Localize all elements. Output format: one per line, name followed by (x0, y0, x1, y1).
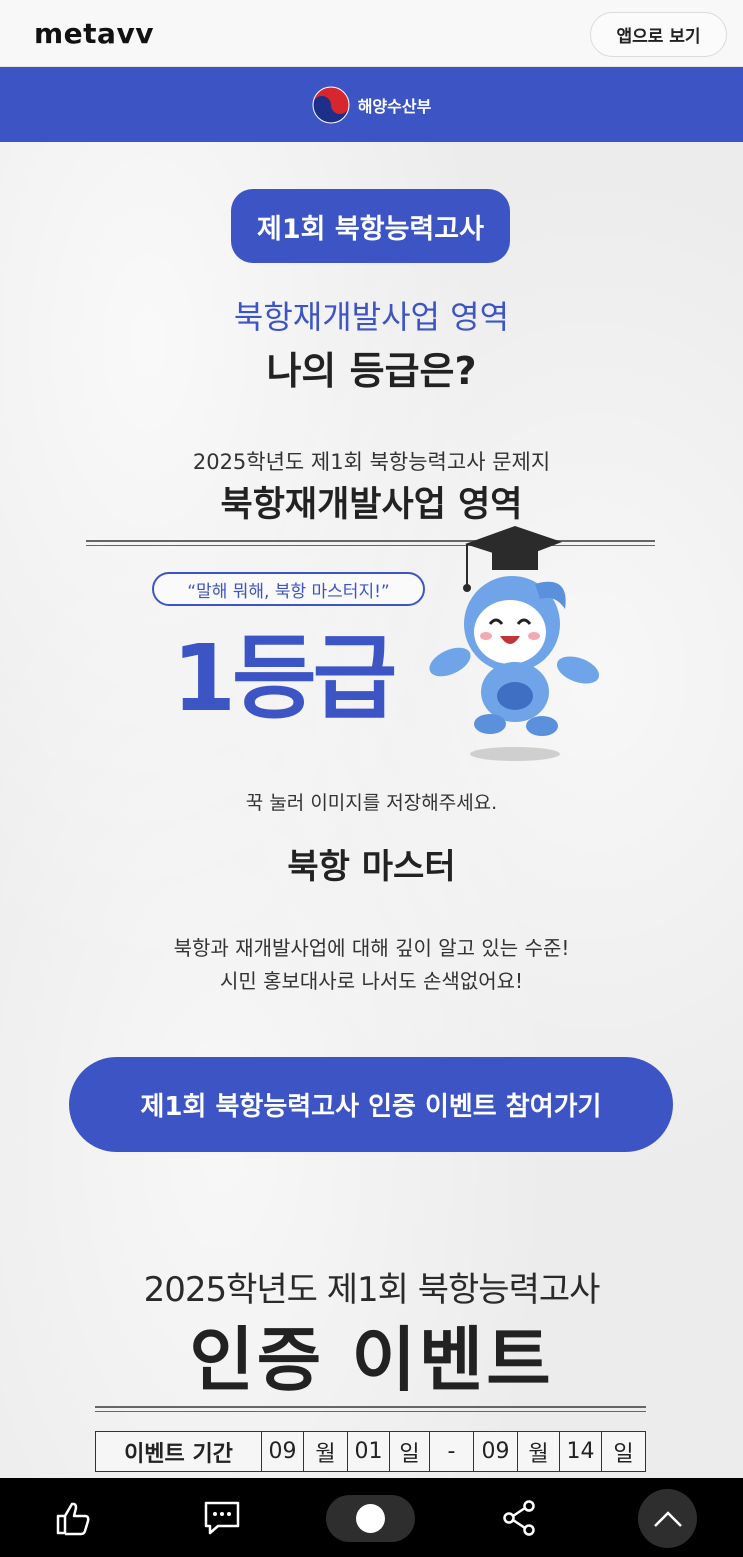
description-line: 북항과 재개발사업에 대해 깊이 알고 있는 수준! (173, 936, 570, 960)
event-period-table: 이벤트 기간 09 월 01 일 - 09 월 14 일 (95, 1431, 646, 1472)
period-separator: - (430, 1432, 474, 1471)
month-unit: 월 (518, 1432, 560, 1471)
day-unit: 일 (613, 1441, 634, 1467)
event-divider-thin (95, 1411, 646, 1412)
start-month: 09 (262, 1432, 304, 1471)
event-title: 인증 이벤트 (189, 1319, 554, 1401)
month-unit: 월 (304, 1432, 348, 1471)
end-month: 09 (474, 1432, 518, 1471)
day-unit: 일 (390, 1432, 430, 1471)
share-icon (503, 1499, 535, 1536)
event-divider (95, 1406, 646, 1408)
join-event-button[interactable]: 제1회 북항능력고사 인증 이벤트 참여가기 (69, 1057, 673, 1152)
ministry-name: 해양수산부 (357, 96, 432, 116)
save-image-hint: 꾹 눌러 이미지를 저장해주세요. (245, 792, 498, 814)
taeguk-emblem-icon (312, 86, 350, 123)
top-bar: metavv 앱으로 보기 (0, 0, 743, 67)
result-quote: “말해 뭐해, 북항 마스터지!” (152, 572, 425, 606)
share-button[interactable] (498, 1478, 540, 1557)
thumbs-up-icon (56, 1502, 90, 1535)
open-in-app-button[interactable]: 앱으로 보기 (590, 12, 727, 57)
description-line: 시민 홍보대사로 나서도 손색없어요! (219, 969, 524, 993)
mascot-graduate-image[interactable] (420, 524, 610, 764)
result-description: 북항과 재개발사업에 대해 깊이 알고 있는 수준! 시민 홍보대사로 나서도 … (0, 932, 743, 998)
period-label: 이벤트 기간 (96, 1432, 262, 1471)
scroll-top-button[interactable] (638, 1489, 697, 1548)
ministry-banner: 해양수산부 (0, 67, 743, 142)
exam-paper-caption: 2025학년도 제1회 북항능력고사 문제지 (192, 450, 551, 474)
quiz-subject: 북항재개발사업 영역 (233, 298, 510, 336)
quiz-result-content: 제1회 북항능력고사 북항재개발사업 영역 나의 등급은? 2025학년도 제1… (0, 142, 743, 1478)
quiz-title-badge: 제1회 북항능력고사 (231, 189, 510, 263)
toggle-switch[interactable] (326, 1495, 415, 1542)
result-question: 나의 등급은? (266, 349, 477, 393)
metavv-logo[interactable]: metavv (34, 17, 154, 50)
comment-icon (204, 1501, 240, 1534)
exam-paper-area: 북항재개발사업 영역 (220, 485, 523, 525)
comment-button[interactable] (200, 1478, 244, 1557)
start-day: 01 (348, 1432, 390, 1471)
result-title: 북항 마스터 (287, 847, 456, 887)
like-button[interactable] (50, 1478, 96, 1557)
end-day: 14 (560, 1432, 602, 1471)
chevron-up-icon (653, 1510, 682, 1527)
bottom-navigation (0, 1478, 743, 1557)
toggle-knob (356, 1504, 385, 1533)
grade-result: 1등급 (172, 625, 397, 732)
